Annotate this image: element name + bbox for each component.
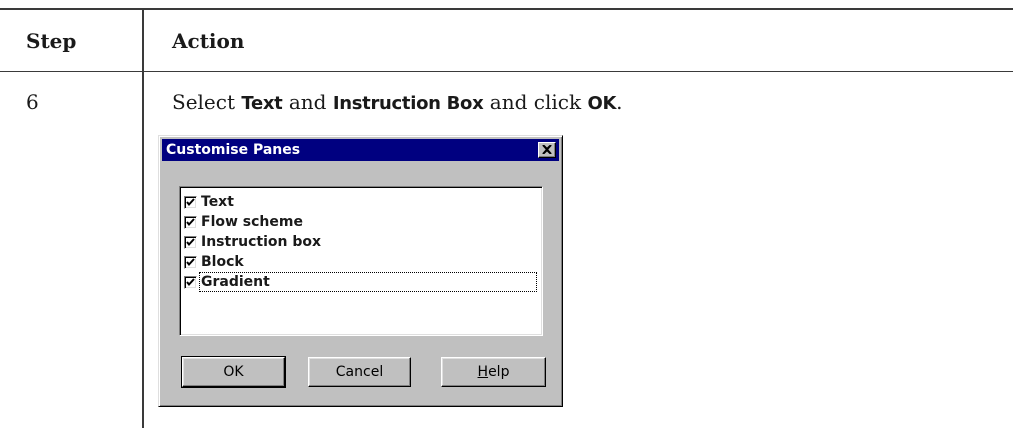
pane-label: Text <box>201 194 234 210</box>
panes-listbox[interactable]: Text Flow scheme Instruction box Block G… <box>179 186 543 336</box>
pane-label: Block <box>201 254 244 270</box>
checkmark-icon <box>186 217 195 226</box>
list-item[interactable]: Gradient <box>184 272 537 292</box>
dialog-title: Customise Panes <box>166 142 301 158</box>
instruction-text: . <box>616 90 623 114</box>
help-button[interactable]: Help <box>441 357 546 387</box>
pane-checkbox[interactable] <box>184 235 197 249</box>
table-column-divider <box>142 8 144 428</box>
pane-label: Instruction box <box>201 234 321 250</box>
pane-checkbox[interactable] <box>184 195 197 209</box>
pane-checkbox[interactable] <box>184 275 197 289</box>
header-action: Action <box>172 29 245 53</box>
checkmark-icon <box>186 277 195 286</box>
pane-checkbox[interactable] <box>184 255 197 269</box>
close-icon <box>542 145 552 154</box>
list-item[interactable]: Instruction box <box>184 232 322 252</box>
pane-label-focused: Gradient <box>199 272 537 292</box>
help-accelerator: H <box>477 364 489 380</box>
instruction-keyword-ok: OK <box>587 93 617 114</box>
header-step: Step <box>26 29 77 53</box>
instruction-text: and <box>282 90 333 114</box>
close-button[interactable] <box>538 142 556 158</box>
ok-button[interactable]: OK <box>181 356 286 388</box>
checkmark-icon <box>186 237 195 246</box>
checkmark-icon <box>186 257 195 266</box>
list-item[interactable]: Block <box>184 252 245 272</box>
instruction-keyword-text: Text <box>241 93 283 114</box>
pane-label: Flow scheme <box>201 214 303 230</box>
checkmark-icon <box>186 197 195 206</box>
list-item[interactable]: Text <box>184 192 235 212</box>
instruction-text: Select <box>172 90 242 114</box>
procedure-table: Step Action 6 Select Text and Instructio… <box>0 0 1013 428</box>
dialog-titlebar[interactable]: Customise Panes <box>162 139 559 161</box>
step-number: 6 <box>26 90 39 114</box>
table-top-rule <box>0 8 1013 10</box>
help-label-rest: elp <box>488 364 510 380</box>
cancel-button[interactable]: Cancel <box>308 357 411 387</box>
step-instruction: Select Text and Instruction Box and clic… <box>172 90 622 116</box>
table-header-rule <box>0 71 1013 72</box>
pane-checkbox[interactable] <box>184 215 197 229</box>
instruction-keyword-instruction-box: Instruction Box <box>332 93 484 114</box>
instruction-text: and click <box>483 90 588 114</box>
customise-panes-dialog: Customise Panes Text Flow scheme Instruc… <box>158 135 563 407</box>
list-item[interactable]: Flow scheme <box>184 212 304 232</box>
